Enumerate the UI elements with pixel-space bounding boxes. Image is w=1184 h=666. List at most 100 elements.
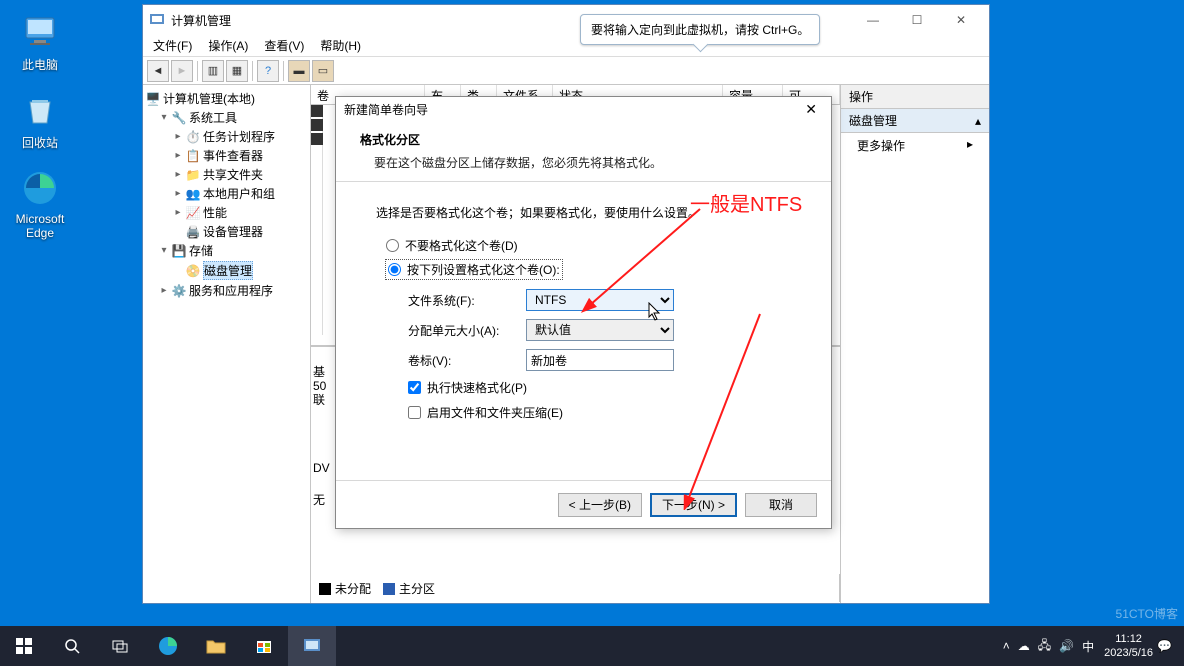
desktop-icon-recycle[interactable]: 回收站 [4,90,76,151]
tree-event-viewer[interactable]: ▸📋事件查看器 [145,146,308,165]
help-button[interactable]: ? [257,60,279,82]
tree-shared-folders[interactable]: ▸📁共享文件夹 [145,165,308,184]
refresh-button[interactable]: ▦ [226,60,248,82]
collapse-icon: ▴ [975,114,981,128]
tray-volume-icon[interactable]: 🔊 [1059,639,1074,653]
wizard-header: 格式化分区 要在这个磁盘分区上储存数据，您必须先将其格式化。 [336,121,831,181]
app-icon [149,12,165,28]
wizard-subtitle: 要在这个磁盘分区上储存数据，您必须先将其格式化。 [360,154,807,171]
wizard-heading: 格式化分区 [360,131,807,148]
tree-task-scheduler[interactable]: ▸⏱️任务计划程序 [145,127,308,146]
taskbar-clock[interactable]: 11:12 2023/5/16 [1104,632,1153,660]
tray-notifications-icon[interactable]: 💬 [1157,639,1172,653]
back-button[interactable]: ◄ [147,60,169,82]
computer-icon [20,12,60,52]
disk-size-label: 50 [313,379,326,393]
cancel-button[interactable]: 取消 [745,493,817,517]
show-hide-button[interactable]: ▥ [202,60,224,82]
menu-help[interactable]: 帮助(H) [316,35,365,56]
legend-swatch-primary [383,583,395,595]
vm-input-tooltip: 要将输入定向到此虚拟机，请按 Ctrl+G。 [580,14,820,45]
legend-unalloc: 未分配 [335,580,371,597]
disk-legend: 未分配 主分区 [313,577,441,600]
forward-button[interactable]: ► [171,60,193,82]
new-simple-volume-wizard: 新建简单卷向导 ✕ 格式化分区 要在这个磁盘分区上储存数据，您必须先将其格式化。… [335,96,832,529]
view-top-button[interactable]: ▬ [288,60,310,82]
edge-icon [20,168,60,208]
desktop-icon-label: 此电脑 [4,56,76,73]
quick-format-checkbox[interactable] [408,381,421,394]
cm-titlebar[interactable]: 计算机管理 — ☐ ✕ [143,5,989,35]
actions-header: 操作 [841,85,989,109]
computer-management-taskbar-button[interactable] [288,626,336,666]
tray-onedrive-icon[interactable]: ☁ [1018,639,1030,653]
taskbar[interactable]: ˄ ☁ 🖧 🔊 中 11:12 2023/5/16 💬 [0,626,1184,666]
arrow-right-icon: ▸ [967,137,973,154]
fs-label: 文件系统(F): [408,292,526,309]
no-media-label: 无 [313,491,325,508]
volume-label-label: 卷标(V): [408,352,526,369]
alloc-label: 分配单元大小(A): [408,322,526,339]
close-button[interactable]: ✕ [939,6,983,34]
tray-ime-indicator[interactable]: 中 [1082,638,1094,655]
system-tray[interactable]: ˄ ☁ 🖧 🔊 中 11:12 2023/5/16 💬 [999,632,1184,660]
desktop-icon-this-pc[interactable]: 此电脑 [4,12,76,73]
tray-chevron-icon[interactable]: ˄ [1003,639,1010,653]
dvd-label: DV [313,461,330,475]
wizard-titlebar[interactable]: 新建简单卷向导 ✕ [336,97,831,121]
radio-no-format[interactable]: 不要格式化这个卷(D) [386,237,791,254]
tree-performance[interactable]: ▸📈性能 [145,203,308,222]
radio-format[interactable]: 按下列设置格式化这个卷(O): [386,260,562,279]
menu-action[interactable]: 操作(A) [204,35,252,56]
menu-bar: 文件(F) 操作(A) 查看(V) 帮助(H) [143,35,989,57]
tree-local-users[interactable]: ▸👥本地用户和组 [145,184,308,203]
back-button[interactable]: < 上一步(B) [558,493,642,517]
tree-system-tools[interactable]: ▾🔧系统工具 [145,108,308,127]
disk-online-label: 联 [313,393,326,407]
recycle-icon [20,90,60,130]
wizard-title: 新建简单卷向导 [344,101,428,118]
tree-device-manager[interactable]: 🖨️设备管理器 [145,222,308,241]
quick-format-row[interactable]: 执行快速格式化(P) [408,379,791,396]
tree-storage[interactable]: ▾💾存储 [145,241,308,260]
desktop-icon-label: 回收站 [4,134,76,151]
tree-root[interactable]: 🖥️计算机管理(本地) [145,89,308,108]
menu-file[interactable]: 文件(F) [149,35,196,56]
next-button[interactable]: 下一步(N) > [650,493,737,517]
store-taskbar-button[interactable] [240,626,288,666]
tree-pane[interactable]: 🖥️计算机管理(本地) ▾🔧系统工具 ▸⏱️任务计划程序 ▸📋事件查看器 ▸📁共… [143,85,311,603]
search-button[interactable] [48,626,96,666]
radio-no-format-input[interactable] [386,239,399,252]
wizard-footer: < 上一步(B) 下一步(N) > 取消 [336,480,831,528]
explorer-taskbar-button[interactable] [192,626,240,666]
compression-checkbox[interactable] [408,406,421,419]
actions-pane: 操作 磁盘管理▴ 更多操作▸ [841,85,989,603]
volume-label-input[interactable] [526,349,674,371]
view-bottom-button[interactable]: ▭ [312,60,334,82]
watermark: 51CTO博客 [1116,605,1178,622]
allocation-unit-select[interactable]: 默认值 [526,319,674,341]
window-title: 计算机管理 [171,12,231,29]
tree-services-apps[interactable]: ▸⚙️服务和应用程序 [145,281,308,300]
actions-group[interactable]: 磁盘管理▴ [841,109,989,133]
maximize-button[interactable]: ☐ [895,6,939,34]
menu-view[interactable]: 查看(V) [260,35,308,56]
task-view-button[interactable] [96,626,144,666]
tray-network-icon[interactable]: 🖧 [1038,636,1051,657]
filesystem-select[interactable]: NTFS [526,289,674,311]
wizard-prompt: 选择是否要格式化这个卷；如果要格式化，要使用什么设置。 [376,204,791,221]
disk-basic-label: 基 [313,365,326,379]
wizard-close-button[interactable]: ✕ [799,101,823,118]
start-button[interactable] [0,626,48,666]
toolbar: ◄ ► ▥ ▦ ? ▬ ▭ [143,57,989,85]
desktop-icon-edge[interactable]: Microsoft Edge [4,168,76,240]
radio-format-input[interactable] [388,263,401,276]
minimize-button[interactable]: — [851,6,895,34]
desktop-icon-label: Microsoft Edge [4,212,76,240]
edge-taskbar-button[interactable] [144,626,192,666]
compression-row[interactable]: 启用文件和文件夹压缩(E) [408,404,791,421]
tree-disk-management[interactable]: 📀磁盘管理 [145,260,308,281]
legend-swatch-unalloc [319,583,331,595]
legend-primary: 主分区 [399,580,435,597]
actions-more[interactable]: 更多操作▸ [841,133,989,158]
